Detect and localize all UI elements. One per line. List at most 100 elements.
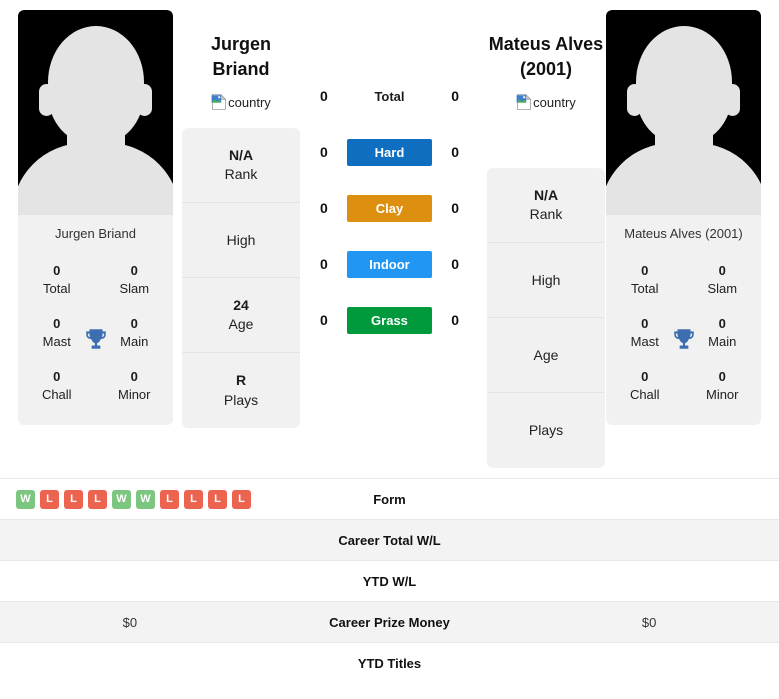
right-player-avatar	[606, 10, 761, 215]
left-form-badge-list: WLLLWWLLLL	[6, 489, 254, 509]
stat-left-value	[0, 520, 260, 561]
surface-right-value: 0	[451, 200, 460, 216]
info-label: Rank	[529, 206, 563, 223]
stat-right-value	[519, 520, 779, 561]
surface-row-hard: 0 Hard 0	[301, 124, 478, 180]
info-row: 24 Age	[182, 278, 300, 354]
title-stat-label: Chall	[41, 386, 72, 402]
surface-breakdown: 0 Total 0 0 Hard 0 0 Clay 0 0 Indoor 0 0…	[301, 10, 478, 348]
info-row: Plays	[487, 393, 605, 468]
title-stat-value: 0	[718, 316, 726, 332]
title-stat-value: 0	[718, 263, 726, 278]
left-player-photo-card: Jurgen Briand 0 Total 0 Slam 0 Mast 0 Ma…	[18, 10, 174, 426]
broken-image-icon	[211, 94, 227, 111]
surface-row-total: 0 Total 0	[301, 68, 478, 124]
form-badge-win[interactable]: W	[136, 489, 155, 509]
avatar-body-icon	[606, 143, 761, 215]
title-stat-value: 0	[53, 369, 61, 385]
info-row: High	[487, 243, 605, 319]
stat-right-value: $0	[641, 614, 657, 630]
form-badge-loss[interactable]: L	[160, 489, 179, 509]
avatar-ear-left-icon	[627, 84, 642, 116]
info-label: Age	[228, 316, 254, 333]
right-player-photo-card: Mateus Alves (2001) 0 Total 0 Slam 0 Mas…	[606, 10, 761, 426]
title-stat-value: 0	[130, 263, 138, 278]
surface-label-grass: Grass	[346, 306, 433, 334]
info-row: R Plays	[182, 353, 300, 428]
surface-row-clay: 0 Clay 0	[301, 180, 478, 236]
title-stat-cell: 0 Total	[18, 254, 96, 307]
table-row-form: WLLLWWLLLL Form	[0, 478, 779, 520]
right-player-name: Mateus Alves (2001)	[489, 10, 603, 82]
surface-right-value: 0	[451, 256, 460, 272]
form-badge-loss[interactable]: L	[208, 489, 227, 509]
stat-left-value	[0, 561, 260, 602]
form-badge-win[interactable]: W	[112, 489, 131, 509]
left-player-avatar	[18, 10, 173, 215]
surface-left-value: 0	[319, 256, 328, 272]
form-badge-win[interactable]: W	[16, 489, 35, 509]
info-label: Plays	[528, 422, 564, 439]
title-stat-label: Minor	[117, 386, 151, 402]
form-badge-loss[interactable]: L	[64, 489, 83, 509]
stat-row-label: Career Total W/L	[338, 532, 441, 548]
trophy-icon	[673, 328, 694, 349]
info-row: N/A Rank	[487, 168, 605, 244]
left-player-name: Jurgen Briand	[211, 10, 271, 82]
title-stat-label: Minor	[705, 386, 739, 402]
info-value: N/A	[228, 146, 254, 163]
title-stat-cell: 0 Chall	[606, 360, 684, 413]
title-stat-cell: 0 Slam	[684, 254, 762, 307]
surface-right-value: 0	[451, 88, 460, 104]
right-player-name-line2: (2001)	[519, 59, 572, 80]
right-player-photo-caption: Mateus Alves (2001)	[624, 226, 743, 241]
stat-right-value	[519, 561, 779, 602]
info-row: Age	[487, 318, 605, 394]
right-player-name-line1: Mateus Alves	[488, 34, 604, 54]
trophy-icon	[85, 328, 106, 349]
title-stat-value: 0	[718, 369, 726, 385]
surface-left-value: 0	[319, 200, 328, 216]
stat-right-value	[519, 643, 779, 684]
stat-row-label: Form	[373, 491, 406, 507]
title-stat-cell: 0 Slam	[96, 254, 174, 307]
left-player-name-line1: Jurgen	[210, 34, 271, 54]
left-player-country-alt: country	[228, 94, 271, 110]
avatar-body-icon	[18, 143, 173, 215]
info-label: High	[226, 231, 256, 248]
info-row: High	[182, 203, 300, 279]
form-badge-loss[interactable]: L	[40, 489, 59, 509]
stat-row-label: YTD W/L	[362, 573, 417, 589]
form-badge-loss[interactable]: L	[184, 489, 203, 509]
title-stat-value: 0	[641, 369, 649, 385]
info-label: Rank	[224, 166, 258, 183]
table-row-career-prize-money: $0 Career Prize Money $0	[0, 601, 779, 643]
left-player-info-column: Jurgen Briand country N/A Rank High 24 A…	[181, 10, 301, 429]
surface-row-grass: 0 Grass 0	[301, 292, 478, 348]
right-player-titles-grid: 0 Total 0 Slam 0 Mast 0 Main 0 Chall 0 M…	[606, 252, 761, 425]
title-stat-label: Main	[120, 333, 149, 349]
title-stat-label: Main	[708, 333, 737, 349]
title-stat-value: 0	[641, 263, 649, 278]
stat-left-value	[0, 643, 260, 684]
title-stat-label: Slam	[707, 280, 738, 296]
left-player-photo-column: Jurgen Briand 0 Total 0 Slam 0 Mast 0 Ma…	[18, 10, 174, 426]
title-stat-cell: 0 Total	[606, 254, 684, 307]
form-badge-loss[interactable]: L	[232, 489, 251, 509]
info-row: N/A Rank	[182, 128, 300, 204]
form-badge-loss[interactable]: L	[88, 489, 107, 509]
surface-label-clay: Clay	[346, 194, 433, 222]
right-player-country: country	[516, 94, 576, 111]
right-player-info-card: N/A Rank High Age Plays	[487, 168, 605, 469]
left-player-photo-caption: Jurgen Briand	[55, 226, 136, 241]
left-player-info-card: N/A Rank High 24 Age R Plays	[182, 128, 300, 429]
title-stat-label: Total	[43, 280, 71, 296]
table-row-ytd-wl: YTD W/L	[0, 560, 779, 602]
avatar-ear-right-icon	[725, 84, 740, 116]
surface-row-indoor: 0 Indoor 0	[301, 236, 478, 292]
info-value: N/A	[533, 186, 559, 203]
surface-label-indoor: Indoor	[346, 250, 433, 278]
surface-right-value: 0	[451, 312, 460, 328]
broken-image-icon	[516, 94, 532, 111]
table-row-career-total-wl: Career Total W/L	[0, 519, 779, 561]
